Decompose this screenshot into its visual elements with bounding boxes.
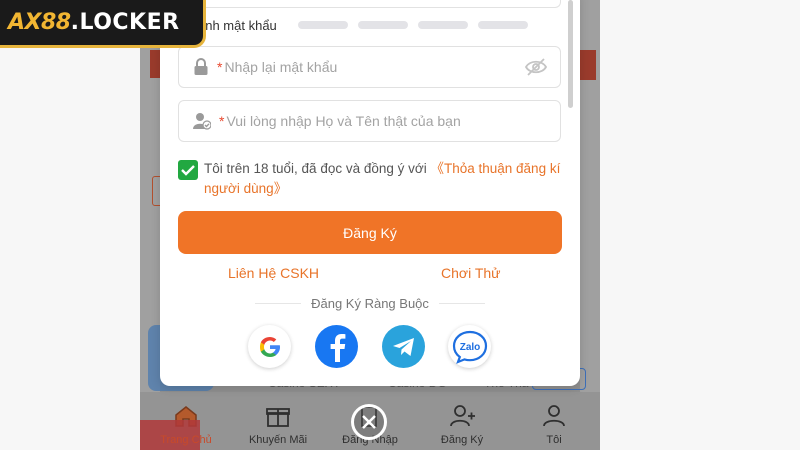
register-button[interactable]: Đăng Ký <box>178 211 562 254</box>
nav-item-register[interactable]: Đăng Ký <box>416 392 508 450</box>
background-right <box>600 0 800 450</box>
logo-domain: .LOCKER <box>70 10 180 35</box>
telegram-signup-button[interactable] <box>382 325 425 368</box>
password-strength-meter <box>298 21 528 29</box>
zalo-icon: Zalo <box>452 330 487 364</box>
google-icon <box>259 336 280 357</box>
nav-item-account[interactable]: Tôi <box>508 392 600 450</box>
telegram-icon <box>392 337 414 356</box>
social-heading: Đăng Ký Ràng Buộc <box>311 296 429 311</box>
check-icon <box>181 165 195 176</box>
zalo-signup-button[interactable]: Zalo <box>448 325 491 368</box>
user-icon <box>543 405 565 427</box>
password-strength-label: ạnh mật khẩu <box>198 18 277 33</box>
close-icon <box>362 415 376 429</box>
background-left <box>0 0 140 450</box>
nav-label: Tôi <box>546 434 562 446</box>
logo-brand: AX88 <box>8 10 71 35</box>
background-banner-right <box>580 50 596 80</box>
nav-item-promotions[interactable]: Khuyến Mãi <box>232 392 324 450</box>
site-logo: AX88 .LOCKER <box>0 0 206 48</box>
google-signup-button[interactable] <box>248 325 291 368</box>
agreement-text: Tôi trên 18 tuổi, đã đọc và đồng ý với 《… <box>204 159 564 199</box>
zalo-icon-label: Zalo <box>459 342 480 353</box>
close-modal-button[interactable] <box>351 404 387 440</box>
full-name-placeholder: Vui lòng nhập Họ và Tên thật của bạn <box>226 113 461 129</box>
facebook-icon <box>330 333 345 362</box>
required-mark: * <box>217 59 223 75</box>
trial-play-link[interactable]: Chơi Thử <box>441 265 501 281</box>
confirm-password-placeholder: Nhập lại mật khẩu <box>224 59 338 75</box>
agreement-checkbox[interactable] <box>178 160 198 180</box>
social-divider: Đăng Ký Ràng Buộc <box>255 296 486 311</box>
add-user-icon <box>450 405 475 427</box>
nav-item-home[interactable]: Trang Chủ <box>140 392 232 450</box>
confirm-password-field[interactable]: * Nhập lại mật khẩu <box>178 46 561 88</box>
password-field[interactable] <box>178 0 561 8</box>
nav-label: Đăng Ký <box>440 434 484 446</box>
facebook-signup-button[interactable] <box>315 325 358 368</box>
lock-icon <box>194 58 208 75</box>
nav-label: Trang Chủ <box>160 434 212 446</box>
gift-icon <box>266 408 290 427</box>
eye-off-icon[interactable] <box>524 57 548 77</box>
nav-label: Khuyến Mãi <box>248 434 308 446</box>
required-mark: * <box>219 113 225 129</box>
full-name-field[interactable]: * Vui lòng nhập Họ và Tên thật của bạn <box>178 100 561 142</box>
agreement-label: Tôi trên 18 tuổi, đã đọc và đồng ý với <box>204 161 431 176</box>
modal-scrollbar[interactable] <box>568 0 573 108</box>
user-check-icon <box>193 113 211 130</box>
contact-support-link[interactable]: Liên Hệ CSKH <box>228 265 319 281</box>
